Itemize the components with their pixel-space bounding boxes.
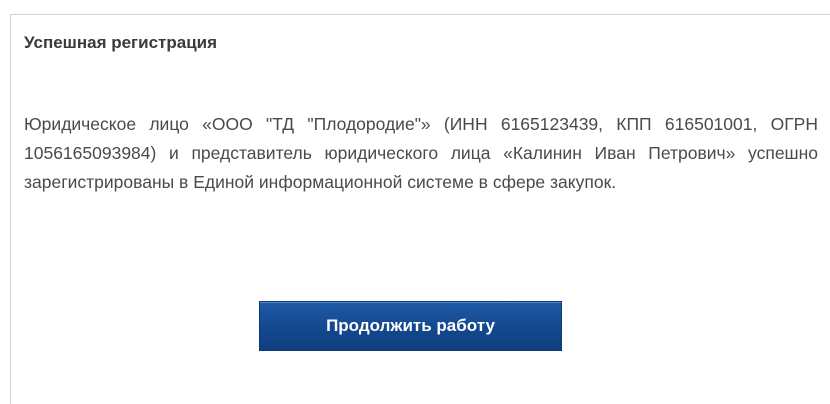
continue-work-button[interactable]: Продолжить работу: [259, 301, 562, 351]
panel-title: Успешная регистрация: [24, 33, 218, 52]
registration-message: Юридическое лицо «ООО "ТД "Плодородие"» …: [24, 114, 818, 192]
